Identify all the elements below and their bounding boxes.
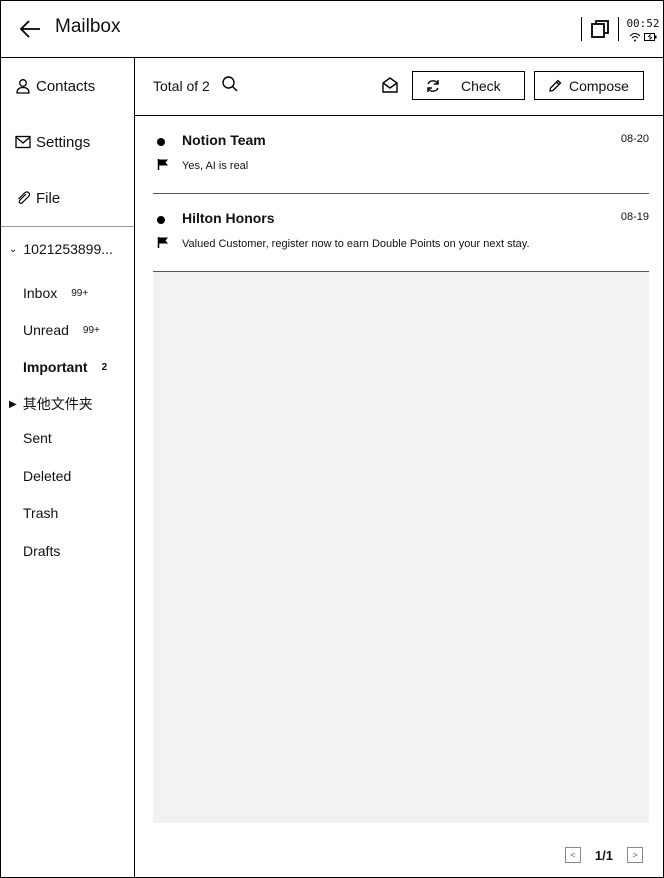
battery-icon	[644, 32, 657, 41]
folder-unread[interactable]: Unread 99+	[23, 322, 100, 338]
prev-page-button[interactable]: <	[564, 847, 581, 863]
folder-count: 2	[101, 361, 108, 373]
sidebar: Contacts Settings File ⌄ 1021253899... I…	[1, 58, 135, 877]
chevron-left-icon: <	[570, 850, 576, 860]
folder-label: Sent	[23, 430, 52, 446]
unread-dot-icon	[157, 138, 165, 146]
folder-trash[interactable]: Trash	[23, 505, 58, 521]
top-bar: Mailbox 00:52	[1, 1, 663, 58]
status-icons	[629, 32, 657, 42]
mail-date: 08-19	[620, 211, 649, 223]
back-arrow-icon[interactable]	[19, 19, 41, 39]
mail-subject: Valued Customer, register now to earn Do…	[182, 238, 530, 250]
toolbar: Total of 2 Check Compose	[135, 58, 663, 116]
refresh-icon	[427, 79, 439, 92]
folder-count: 99+	[71, 287, 89, 299]
folder-important[interactable]: Important 2	[23, 359, 107, 375]
chevron-down-icon: ⌄	[9, 243, 18, 255]
wifi-icon	[629, 32, 641, 41]
folder-label: Important	[23, 359, 88, 375]
account-selector[interactable]: ⌄ 1021253899...	[9, 241, 129, 257]
folder-label: Deleted	[23, 468, 72, 484]
window-toggle-icon[interactable]	[588, 17, 612, 41]
mail-list: Notion Team 08-20 Yes, AI is real Hilton…	[153, 116, 649, 823]
mail-settings-icon	[15, 135, 31, 149]
compose-button[interactable]: Compose	[534, 71, 644, 100]
paperclip-icon	[18, 191, 31, 204]
pencil-icon	[549, 79, 562, 92]
mail-item[interactable]: Notion Team 08-20 Yes, AI is real	[153, 116, 649, 194]
caret-right-icon: ▶	[9, 398, 17, 410]
chevron-right-icon: >	[632, 850, 638, 860]
sidebar-item-label: Settings	[36, 133, 91, 151]
sidebar-item-contacts[interactable]: Contacts	[15, 74, 95, 98]
folder-label: Inbox	[23, 285, 58, 301]
folder-count: 99+	[82, 324, 100, 336]
pagination: < 1/1 >	[564, 847, 643, 863]
sidebar-item-label: Contacts	[36, 77, 96, 95]
check-button[interactable]: Check	[412, 71, 525, 100]
folder-label: Drafts	[23, 543, 61, 559]
check-label: Check	[461, 77, 501, 94]
folder-drafts[interactable]: Drafts	[23, 543, 60, 559]
main-panel: Total of 2 Check Compose Notion Team 08-…	[135, 58, 663, 877]
mail-sender: Hilton Honors	[182, 210, 275, 226]
flag-icon	[157, 237, 168, 248]
person-icon	[16, 79, 30, 94]
app-title: Mailbox	[55, 16, 121, 37]
divider	[581, 17, 582, 41]
next-page-button[interactable]: >	[627, 847, 643, 863]
folder-deleted[interactable]: Deleted	[23, 468, 71, 484]
mail-subject: Yes, AI is real	[182, 160, 249, 172]
sidebar-divider	[1, 226, 134, 227]
mail-date: 08-20	[620, 133, 649, 145]
clock: 00:52	[626, 16, 660, 30]
total-count: Total of 2	[153, 78, 210, 94]
sidebar-item-label: File	[36, 189, 61, 207]
folder-other[interactable]: ▶ 其他文件夹	[9, 394, 93, 414]
sidebar-item-file[interactable]: File	[15, 186, 60, 210]
compose-label: Compose	[569, 77, 629, 94]
sidebar-item-settings[interactable]: Settings	[15, 130, 90, 154]
search-icon[interactable]	[221, 75, 239, 93]
folder-sent[interactable]: Sent	[23, 430, 52, 446]
folder-inbox[interactable]: Inbox 99+	[23, 285, 88, 301]
app-window: Mailbox 00:52 Contacts Settings File ⌄ 1…	[0, 0, 664, 878]
page-indicator: 1/1	[594, 847, 613, 863]
divider	[618, 17, 619, 41]
mail-sender: Notion Team	[182, 132, 266, 148]
account-label: 1021253899...	[23, 241, 113, 257]
status-area: 00:52	[581, 1, 663, 57]
status-box: 00:52	[623, 9, 663, 49]
mark-read-icon[interactable]	[381, 77, 399, 93]
unread-dot-icon	[157, 216, 165, 224]
flag-icon	[157, 159, 168, 170]
mail-item[interactable]: Hilton Honors 08-19 Valued Customer, reg…	[153, 194, 649, 272]
folder-label: Unread	[23, 322, 69, 338]
folder-label: Trash	[23, 505, 59, 521]
folder-label: 其他文件夹	[22, 396, 93, 412]
